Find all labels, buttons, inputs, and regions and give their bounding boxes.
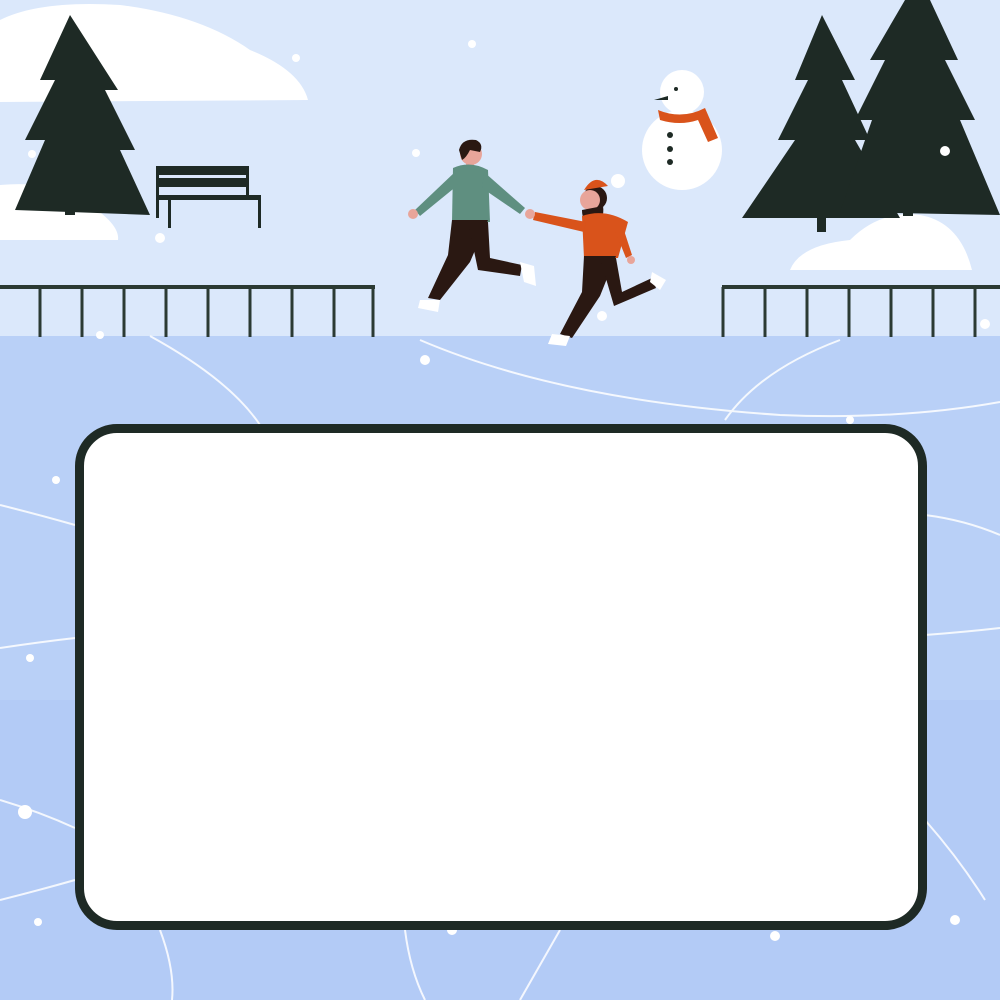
winter-rink-scene xyxy=(0,0,1000,1000)
blank-card xyxy=(75,424,927,930)
